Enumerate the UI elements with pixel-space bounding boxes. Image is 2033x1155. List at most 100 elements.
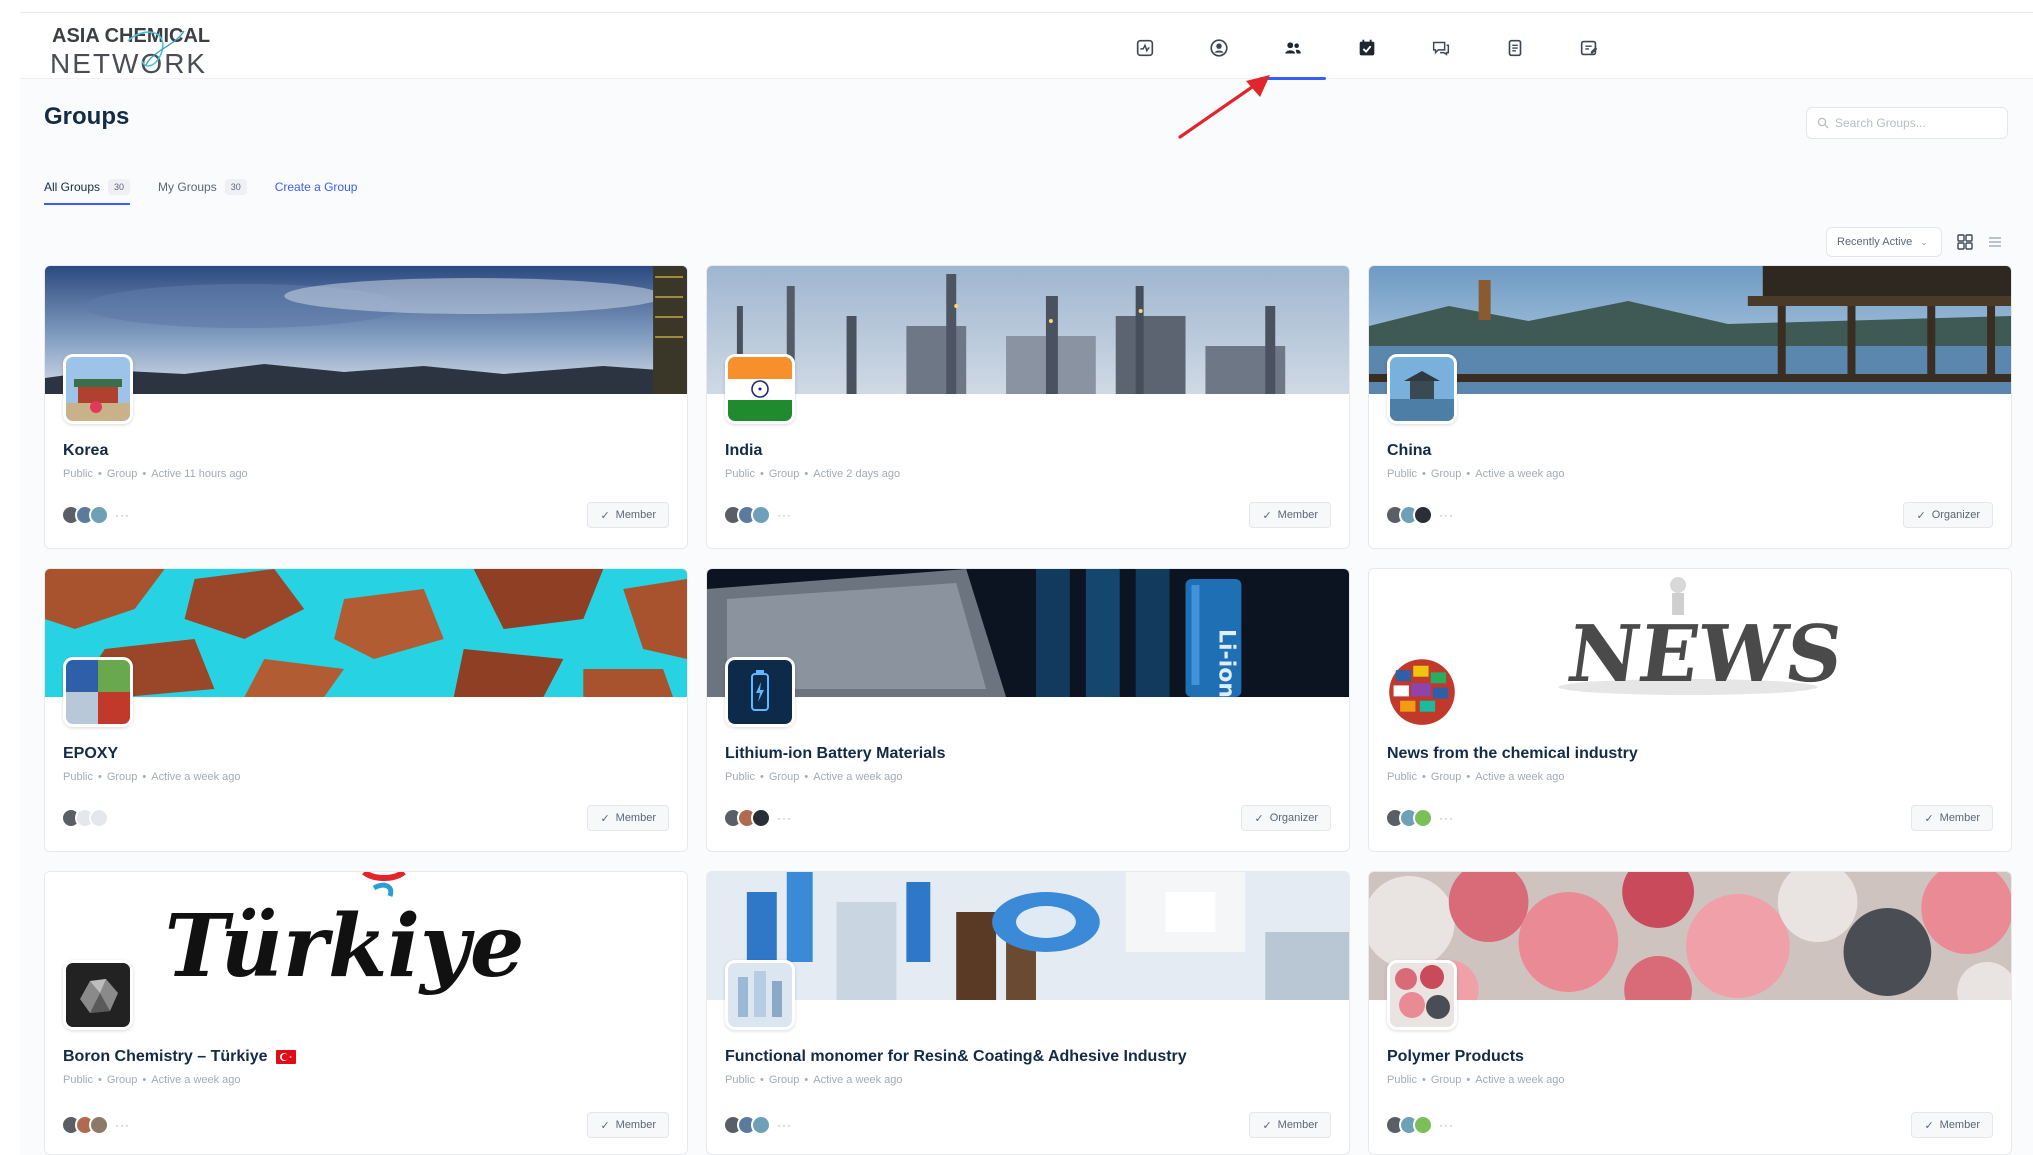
meta-dot: •	[759, 1074, 764, 1086]
group-meta: Public • Group • Active a week ago	[1387, 771, 1565, 783]
nav-events[interactable]	[1332, 29, 1402, 79]
polymer-beads-image	[1390, 963, 1454, 1027]
world-flags-globe-image	[1389, 659, 1455, 725]
group-name[interactable]: Functional monomer for Resin& Coating& A…	[725, 1048, 1187, 1066]
group-card-polymer-products[interactable]: Polymer Products Public • Group • Active a w…	[1368, 871, 2012, 1155]
membership-button[interactable]: ✓ Member	[587, 502, 669, 528]
member-avatar-placeholder	[89, 808, 109, 828]
group-avatar-epoxy	[63, 657, 133, 727]
tab-my-groups[interactable]: My Groups 30	[158, 169, 247, 205]
group-card-india[interactable]: India Public • Group • Active 2 days ago ···…	[706, 265, 1350, 549]
group-meta: Public • Group • Active a week ago	[725, 1074, 903, 1086]
group-tabs: All Groups 30 My Groups 30 Create a Grou…	[44, 169, 385, 205]
more-members-icon: ···	[1439, 508, 1454, 522]
activity-icon	[1136, 39, 1154, 57]
membership-button[interactable]: ✓ Member	[587, 805, 669, 831]
sort-dropdown[interactable]: Recently Active ⌄	[1826, 227, 1942, 257]
membership-label: Member	[1939, 812, 1980, 824]
group-activity: Active 11 hours ago	[151, 468, 248, 480]
india-flag-image	[728, 357, 792, 421]
group-card-lithium[interactable]: Li-ion Lithium-ion Battery Materials Pub…	[706, 568, 1350, 852]
group-activity: Active a week ago	[1475, 771, 1565, 783]
group-name[interactable]: EPOXY	[63, 745, 118, 763]
more-members-icon: ···	[777, 1118, 792, 1132]
battery-image	[728, 660, 792, 724]
membership-button[interactable]: ✓ Member	[587, 1112, 669, 1138]
member-avatars[interactable]: ···	[723, 504, 792, 526]
membership-label: Member	[1939, 1119, 1980, 1131]
meta-dot: •	[1421, 468, 1426, 480]
meta-dot: •	[804, 771, 809, 783]
group-cover-polymer-products	[1369, 872, 2011, 1000]
create-group-link[interactable]: Create a Group	[275, 169, 358, 205]
list-view-button[interactable]	[1982, 229, 2008, 255]
group-meta: Public • Group • Active 2 days ago	[725, 468, 900, 480]
group-name[interactable]: News from the chemical industry	[1387, 745, 1638, 763]
membership-button[interactable]: ✓ Member	[1911, 805, 1993, 831]
group-card-boron[interactable]: Türkiye Boron Chemistry – Türkiye Public…	[44, 871, 688, 1155]
search-input[interactable]	[1835, 116, 1995, 130]
group-type: Group	[106, 771, 138, 783]
meta-dot: •	[142, 468, 147, 480]
membership-button[interactable]: ✓ Organizer	[1241, 805, 1331, 831]
membership-button[interactable]: ✓ Member	[1249, 502, 1331, 528]
group-type: Group	[106, 1074, 138, 1086]
group-meta: Public • Group • Active a week ago	[1387, 468, 1565, 480]
group-name[interactable]: Lithium-ion Battery Materials	[725, 745, 945, 763]
group-activity: Active 2 days ago	[813, 468, 901, 480]
group-meta: Public • Group • Active 11 hours ago	[63, 468, 248, 480]
tab-all-groups[interactable]: All Groups 30	[44, 169, 131, 205]
group-card-china[interactable]: China Public • Group • Active a week ago ···…	[1368, 265, 2012, 549]
meta-dot: •	[1466, 468, 1471, 480]
search-box[interactable]	[1806, 107, 2008, 139]
member-avatars[interactable]: ···	[1385, 1114, 1454, 1136]
group-type: Group	[768, 771, 800, 783]
group-name[interactable]: Korea	[63, 442, 108, 460]
group-type: Group	[768, 1074, 800, 1086]
membership-button[interactable]: ✓ Organizer	[1903, 502, 1993, 528]
group-card-korea[interactable]: Korea Public • Group • Active 11 hours ago ·…	[44, 265, 688, 549]
group-privacy: Public	[63, 771, 93, 783]
group-activity: Active a week ago	[1475, 1074, 1565, 1086]
group-privacy: Public	[63, 468, 93, 480]
check-icon: ✓	[600, 509, 610, 522]
membership-label: Member	[1277, 509, 1318, 521]
membership-label: Member	[615, 812, 656, 824]
grid-view-button[interactable]	[1952, 229, 1978, 255]
member-avatars[interactable]	[61, 807, 109, 829]
meta-dot: •	[804, 468, 809, 480]
group-activity: Active a week ago	[813, 771, 903, 783]
group-name[interactable]: India	[725, 442, 762, 460]
nav-messages[interactable]	[1406, 29, 1476, 79]
member-avatar	[751, 505, 771, 525]
cover-text: NEWS	[1562, 609, 1848, 697]
nav-forums[interactable]	[1554, 29, 1624, 79]
profile-icon	[1210, 39, 1228, 57]
member-avatars[interactable]: ···	[61, 1114, 130, 1136]
group-meta: Public • Group • Active a week ago	[725, 771, 903, 783]
group-card-news[interactable]: NEWS News from the chemical industry Pub…	[1368, 568, 2012, 852]
tab-all-groups-label: All Groups	[44, 180, 101, 194]
membership-label: Organizer	[1931, 509, 1980, 521]
membership-label: Member	[615, 1119, 656, 1131]
membership-button[interactable]: ✓ Member	[1911, 1112, 1993, 1138]
group-meta: Public • Group • Active a week ago	[1387, 1074, 1565, 1086]
member-avatars[interactable]: ···	[723, 807, 792, 829]
member-avatar	[1413, 1115, 1433, 1135]
grid-view-icon	[1957, 234, 1973, 250]
group-avatar-india	[725, 354, 795, 424]
member-avatars[interactable]: ···	[1385, 807, 1454, 829]
nav-documents[interactable]	[1480, 29, 1550, 79]
member-avatars[interactable]: ···	[723, 1114, 792, 1136]
events-icon	[1359, 39, 1375, 56]
group-name[interactable]: Boron Chemistry – Türkiye	[63, 1048, 296, 1066]
site-logo[interactable]: ASIA CHEMICAL NETWORK	[50, 21, 250, 79]
member-avatars[interactable]: ···	[61, 504, 130, 526]
group-card-epoxy[interactable]: EPOXY Public • Group • Active a week ago ✓ Me…	[44, 568, 688, 852]
member-avatars[interactable]: ···	[1385, 504, 1454, 526]
group-card-functional-monomer[interactable]: Functional monomer for Resin& Coating& A…	[706, 871, 1350, 1155]
group-name[interactable]: China	[1387, 442, 1431, 460]
group-name[interactable]: Polymer Products	[1387, 1048, 1524, 1066]
boron-crystal-image	[66, 963, 130, 1027]
membership-button[interactable]: ✓ Member	[1249, 1112, 1331, 1138]
